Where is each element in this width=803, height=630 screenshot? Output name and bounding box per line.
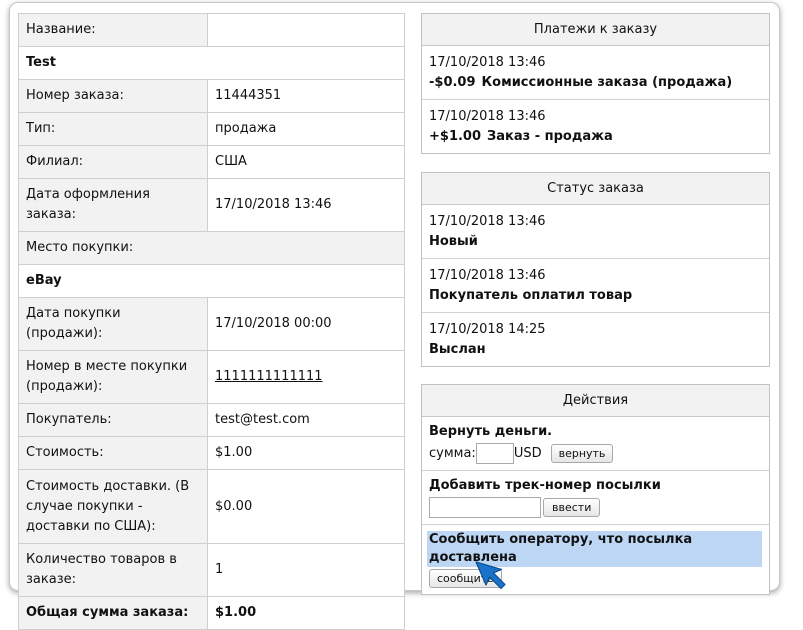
status-description: Выслан (429, 342, 486, 357)
status-entry: 17/10/2018 13:46 Новый (422, 205, 769, 259)
field-value: 1111111111111 (207, 350, 405, 404)
section-value: eBay (18, 264, 405, 298)
status-time: 17/10/2018 14:25 (429, 322, 546, 337)
payments-panel: Платежи к заказу 17/10/2018 13:46 -$0.09… (421, 13, 770, 154)
status-entry: 17/10/2018 14:25 Выслан (422, 313, 769, 366)
order-row: Test (18, 46, 405, 80)
payment-time: 17/10/2018 13:46 (429, 55, 546, 70)
field-label: Покупатель: (18, 403, 208, 437)
section-label: Место покупки: (18, 231, 405, 265)
order-status-panel: Статус заказа 17/10/2018 13:46 Новый 17/… (421, 172, 770, 367)
field-label: Количество товаров в заказе: (18, 543, 208, 597)
actions-panel-title: Действия (422, 385, 769, 417)
order-row: Тип: продажа (18, 112, 405, 146)
field-label: Дата оформления заказа: (18, 178, 208, 232)
arrow-cursor-icon (475, 561, 506, 590)
order-row: Место покупки: (18, 231, 405, 265)
status-description: Новый (429, 234, 478, 249)
status-description: Покупатель оплатил товар (429, 288, 633, 303)
payments-panel-title: Платежи к заказу (422, 14, 769, 46)
order-row: Покупатель: test@test.com (18, 403, 405, 437)
tracking-submit-button[interactable]: ввести (543, 498, 601, 517)
order-row: Количество товаров в заказе: 1 (18, 543, 405, 597)
section-value: Test (18, 46, 405, 80)
refund-amount-label: сумма: (429, 446, 476, 461)
payment-description: Комиссионные заказа (продажа) (481, 75, 733, 90)
tracking-action: Добавить трек-номер посылки ввести (422, 471, 769, 525)
payment-entry: 17/10/2018 13:46 +$1.00 Заказ - продажа (422, 100, 769, 153)
refund-heading: Вернуть деньги. (429, 424, 553, 439)
field-value: 17/10/2018 13:46 (207, 178, 405, 232)
field-label: Филиал: (18, 145, 208, 179)
order-info-table: Название: Test Номер заказа: 11444351 Тип: пр… (18, 13, 405, 630)
status-time: 17/10/2018 13:46 (429, 268, 546, 283)
status-entry: 17/10/2018 13:46 Покупатель оплатил това… (422, 259, 769, 313)
refund-currency: USD (513, 446, 542, 461)
field-value: $0.00 (207, 469, 405, 544)
field-label: Стоимость: (18, 436, 208, 470)
field-value (207, 13, 405, 47)
payment-time: 17/10/2018 13:46 (429, 109, 546, 124)
field-label: Дата покупки (продажи): (18, 297, 208, 351)
order-row: Стоимость доставки. (В случае покупки - … (18, 469, 405, 544)
field-value: 1 (207, 543, 405, 597)
field-value: США (207, 145, 405, 179)
field-label: Номер в месте покупки (продажи): (18, 350, 208, 404)
field-value: $1.00 (207, 596, 405, 630)
marketplace-order-link[interactable]: 1111111111111 (215, 369, 323, 384)
order-details-card: Название: Test Номер заказа: 11444351 Тип: пр… (9, 2, 780, 630)
order-info-rows: Название: Test Номер заказа: 11444351 Тип: пр… (18, 13, 405, 630)
tracking-heading: Добавить трек-номер посылки (429, 478, 661, 493)
order-row: Стоимость: $1.00 (18, 436, 405, 470)
order-row: Дата оформления заказа: 17/10/2018 13:46 (18, 178, 405, 232)
refund-amount-input[interactable] (475, 443, 514, 464)
field-label: Название: (18, 13, 208, 47)
refund-button[interactable]: вернуть (550, 444, 614, 463)
field-label: Общая сумма заказа: (18, 596, 208, 630)
status-panel-title: Статус заказа (422, 173, 769, 205)
field-value: $1.00 (207, 436, 405, 470)
field-value: 17/10/2018 00:00 (207, 297, 405, 351)
field-value: 11444351 (207, 79, 405, 113)
field-label: Номер заказа: (18, 79, 208, 113)
field-label: Стоимость доставки. (В случае покупки - … (18, 469, 208, 544)
tracking-number-input[interactable] (429, 497, 541, 518)
status-time: 17/10/2018 13:46 (429, 214, 546, 229)
payment-amount: -$0.09 (429, 75, 476, 90)
order-row: Название: (18, 13, 405, 47)
order-row: Общая сумма заказа: $1.00 (18, 596, 405, 630)
field-value: test@test.com (207, 403, 405, 437)
payment-description: Заказ - продажа (487, 129, 613, 144)
payment-entry: 17/10/2018 13:46 -$0.09 Комиссионные зака… (422, 46, 769, 100)
order-row: Дата покупки (продажи): 17/10/2018 00:00 (18, 297, 405, 351)
order-row: Филиал: США (18, 145, 405, 179)
field-value: продажа (207, 112, 405, 146)
order-row: Номер заказа: 11444351 (18, 79, 405, 113)
field-label: Тип: (18, 112, 208, 146)
order-row: Номер в месте покупки (продажи): 11111111… (18, 350, 405, 404)
order-row: eBay (18, 264, 405, 298)
payment-amount: +$1.00 (429, 129, 482, 144)
refund-action: Вернуть деньги. сумма: USD вернуть (422, 417, 769, 471)
